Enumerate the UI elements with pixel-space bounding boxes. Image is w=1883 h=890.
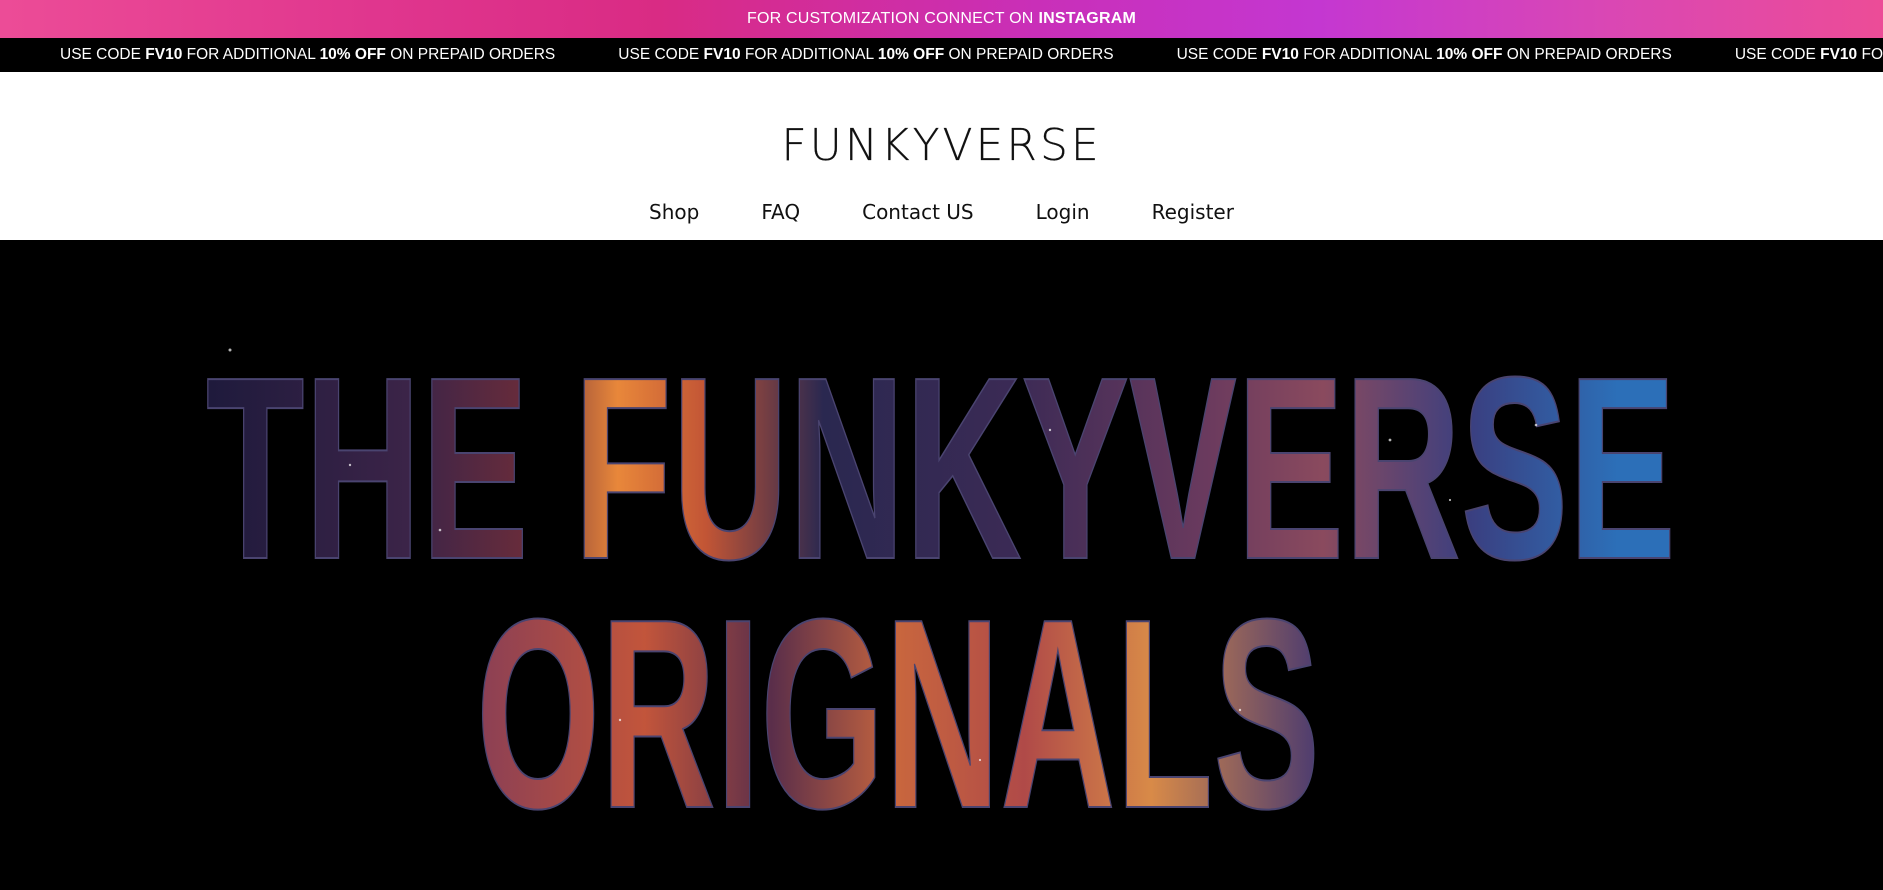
marquee-item: USE CODE FV10 FOR ADDITIONAL 10% OFF ON … — [1176, 46, 1672, 63]
site-header: FUNKYVERSE Shop FAQ Contact US Login Reg… — [0, 72, 1883, 240]
site-logo[interactable]: FUNKYVERSE — [0, 120, 1883, 171]
marquee-item: USE CODE FV10 FOR ADDITIONAL 10% OFF ON … — [618, 46, 1114, 63]
main-nav: Shop FAQ Contact US Login Register — [0, 200, 1883, 224]
nav-register[interactable]: Register — [1152, 200, 1234, 224]
nav-contact[interactable]: Contact US — [862, 200, 974, 224]
nav-faq[interactable]: FAQ — [761, 200, 800, 224]
nav-login[interactable]: Login — [1036, 200, 1090, 224]
nav-shop[interactable]: Shop — [649, 200, 699, 224]
hero-banner: THE FUNKYVERSE ORIGNALS — [0, 240, 1883, 890]
promo-bar: FOR CUSTOMIZATION CONNECT ON INSTAGRAM — [0, 0, 1883, 38]
instagram-link[interactable]: INSTAGRAM — [1039, 10, 1137, 28]
announcement-marquee: USE CODE FV10 FOR ADDITIONAL 10% OFF ON … — [0, 38, 1883, 72]
promo-text: FOR CUSTOMIZATION CONNECT ON — [747, 10, 1034, 27]
hero-graphic: THE FUNKYVERSE ORIGNALS — [205, 323, 1677, 866]
marquee-item: USE CODE FV10 FOR ADDITIONAL 10% OFF ON … — [60, 46, 556, 63]
marquee-item: USE CODE FV10 FOR ADDITIONAL 10% OFF ON … — [1734, 46, 1883, 63]
hero-title-line2: ORIGNALS — [476, 564, 1320, 865]
